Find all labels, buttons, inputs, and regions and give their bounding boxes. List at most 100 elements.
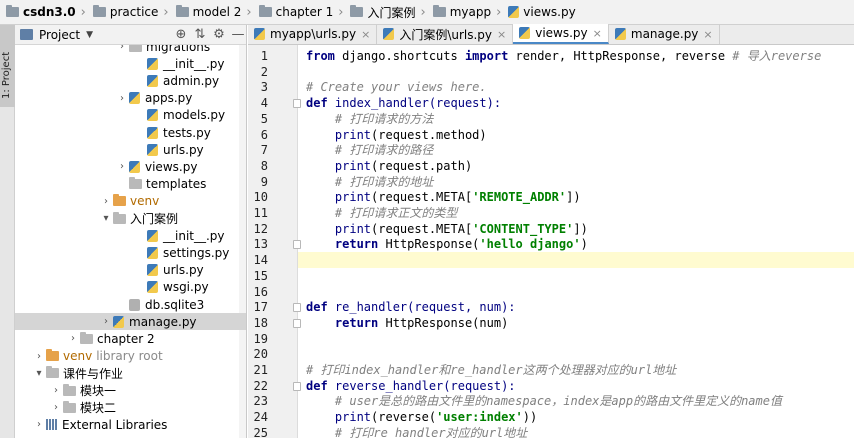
- breadcrumb-item[interactable]: model 2: [174, 5, 244, 19]
- tree-item[interactable]: urls.py: [15, 141, 246, 158]
- code-line[interactable]: # 打印请求的地址: [298, 174, 854, 190]
- code-line[interactable]: # Create your views here.: [298, 79, 854, 95]
- editor-tab-label: 入门案例\urls.py: [399, 27, 493, 42]
- hide-panel-icon[interactable]: —: [230, 27, 246, 42]
- code-line[interactable]: # 打印re_handler对应的url地址: [298, 425, 854, 438]
- editor-tab[interactable]: manage.py ×: [609, 24, 720, 44]
- tree-item[interactable]: models.py: [15, 107, 246, 124]
- code-line[interactable]: [298, 268, 854, 284]
- chevron-right-icon[interactable]: ›: [115, 93, 129, 104]
- code-line[interactable]: print(request.method): [298, 127, 854, 143]
- tree-item[interactable]: db.sqlite3: [15, 296, 246, 313]
- collapse-all-icon[interactable]: ⇅: [192, 27, 208, 42]
- gear-icon[interactable]: ⚙: [211, 27, 227, 42]
- code-line[interactable]: # 打印请求的路径: [298, 142, 854, 158]
- code-line[interactable]: def reverse_handler(request):: [298, 378, 854, 394]
- code-line[interactable]: # 打印请求正文的类型: [298, 205, 854, 221]
- tree-item[interactable]: › apps.py: [15, 90, 246, 107]
- close-icon[interactable]: ×: [593, 27, 602, 40]
- breadcrumb-item[interactable]: 入门案例: [348, 4, 417, 21]
- tree-item[interactable]: urls.py: [15, 262, 246, 279]
- code-line[interactable]: [298, 252, 854, 269]
- line-number: 5: [260, 111, 268, 126]
- project-tool-tab[interactable]: 1: Project: [0, 25, 15, 107]
- tool-window-stripe: 1: Project: [0, 25, 15, 438]
- editor-tab[interactable]: views.py ×: [513, 24, 609, 44]
- project-tree: › migrations __init__.py admin.py › apps.py mo…: [15, 45, 246, 438]
- code-line[interactable]: [298, 64, 854, 80]
- close-icon[interactable]: ×: [703, 28, 712, 41]
- breadcrumb-item[interactable]: csdn3.0: [4, 5, 78, 19]
- line-number: 24: [253, 410, 268, 425]
- breadcrumb-label: model 2: [192, 5, 242, 19]
- code-line[interactable]: [298, 346, 854, 362]
- tree-item[interactable]: › 模块二: [15, 399, 246, 416]
- close-icon[interactable]: ×: [361, 28, 370, 41]
- editor-tab-bar: myapp\urls.py × 入门案例\urls.py × views.py × mana…: [248, 24, 854, 45]
- python-file-icon: [147, 246, 158, 259]
- python-file-icon: [147, 143, 158, 156]
- code-line[interactable]: def re_handler(request, num):: [298, 299, 854, 315]
- chevron-right-icon[interactable]: ›: [32, 351, 46, 362]
- code-line[interactable]: return HttpResponse(num): [298, 315, 854, 331]
- tree-item[interactable]: › views.py: [15, 158, 246, 175]
- chevron-down-icon[interactable]: ▾: [99, 213, 113, 224]
- tree-item[interactable]: ▾ 入门案例: [15, 210, 246, 227]
- editor-tab[interactable]: 入门案例\urls.py ×: [377, 24, 514, 44]
- tree-item[interactable]: › manage.py: [15, 313, 246, 331]
- chevron-right-icon[interactable]: ›: [115, 45, 129, 52]
- chevron-right-icon[interactable]: ›: [66, 333, 80, 344]
- tree-item[interactable]: › External Libraries: [15, 416, 246, 433]
- chevron-down-icon[interactable]: ▾: [32, 368, 46, 379]
- breadcrumb-item[interactable]: practice: [91, 5, 161, 19]
- close-icon[interactable]: ×: [497, 28, 506, 41]
- tree-item[interactable]: › venv library root: [15, 348, 246, 365]
- tree-item[interactable]: › venv: [15, 193, 246, 210]
- breadcrumb-label: csdn3.0: [23, 5, 76, 19]
- code-line[interactable]: from django.shortcuts import render, Htt…: [298, 48, 854, 64]
- chevron-right-icon[interactable]: ›: [99, 316, 113, 327]
- folder-icon: [46, 349, 59, 362]
- breadcrumb-item[interactable]: views.py: [506, 5, 577, 19]
- project-panel-title[interactable]: Project: [39, 28, 80, 42]
- tree-item[interactable]: settings.py: [15, 244, 246, 261]
- tree-item[interactable]: __init__.py: [15, 227, 246, 244]
- chevron-right-icon[interactable]: ›: [49, 402, 63, 413]
- chevron-right-icon[interactable]: ›: [115, 161, 129, 172]
- code-line[interactable]: print(request.META['CONTENT_TYPE']): [298, 221, 854, 237]
- tree-item-label: urls.py: [163, 142, 204, 157]
- tree-item[interactable]: admin.py: [15, 72, 246, 89]
- tree-item[interactable]: ▾ 课件与作业: [15, 365, 246, 382]
- locate-target-icon[interactable]: ⊕: [173, 27, 189, 42]
- code-line[interactable]: # 打印请求的方法: [298, 111, 854, 127]
- code-editor[interactable]: 1 2 3 4 5 6 7 8 9 10 11 12 13 14 15 16 17 18 19 20 21 22 23 24 2…: [248, 45, 854, 438]
- code-line[interactable]: print(reverse('user:index')): [298, 409, 854, 425]
- code-line[interactable]: # 打印index_handler和re_handler这两个处理器对应的url…: [298, 362, 854, 378]
- chevron-right-icon[interactable]: ›: [32, 419, 46, 430]
- code-token: print: [334, 158, 372, 173]
- code-token: (request.META[: [371, 190, 473, 205]
- code-line[interactable]: return HttpResponse('hello django'): [298, 236, 854, 252]
- breadcrumb-item[interactable]: chapter 1: [257, 5, 336, 19]
- code-area[interactable]: from django.shortcuts import render, Htt…: [298, 45, 854, 438]
- breadcrumb-item[interactable]: myapp: [431, 5, 493, 19]
- tree-item[interactable]: › chapter 2: [15, 330, 246, 347]
- code-line[interactable]: print(request.META['REMOTE_ADDR']): [298, 189, 854, 205]
- code-line[interactable]: print(request.path): [298, 158, 854, 174]
- code-line[interactable]: [298, 284, 854, 300]
- code-line[interactable]: # user是总的路由文件里的namespace，index是app的路由文件里…: [298, 393, 854, 409]
- code-line[interactable]: def index_handler(request):: [298, 95, 854, 111]
- tree-item[interactable]: tests.py: [15, 124, 246, 141]
- tree-item[interactable]: wsgi.py: [15, 279, 246, 296]
- chevron-down-icon[interactable]: ▼: [86, 30, 93, 40]
- tree-item[interactable]: › 模块一: [15, 382, 246, 399]
- code-line[interactable]: [298, 331, 854, 347]
- chevron-right-icon[interactable]: ›: [99, 196, 113, 207]
- chevron-right-icon[interactable]: ›: [49, 385, 63, 396]
- tree-item[interactable]: templates: [15, 176, 246, 193]
- line-number: 10: [253, 190, 268, 205]
- editor-tab[interactable]: myapp\urls.py ×: [248, 24, 378, 44]
- tree-item[interactable]: __init__.py: [15, 55, 246, 72]
- tree-item[interactable]: › migrations: [15, 45, 246, 55]
